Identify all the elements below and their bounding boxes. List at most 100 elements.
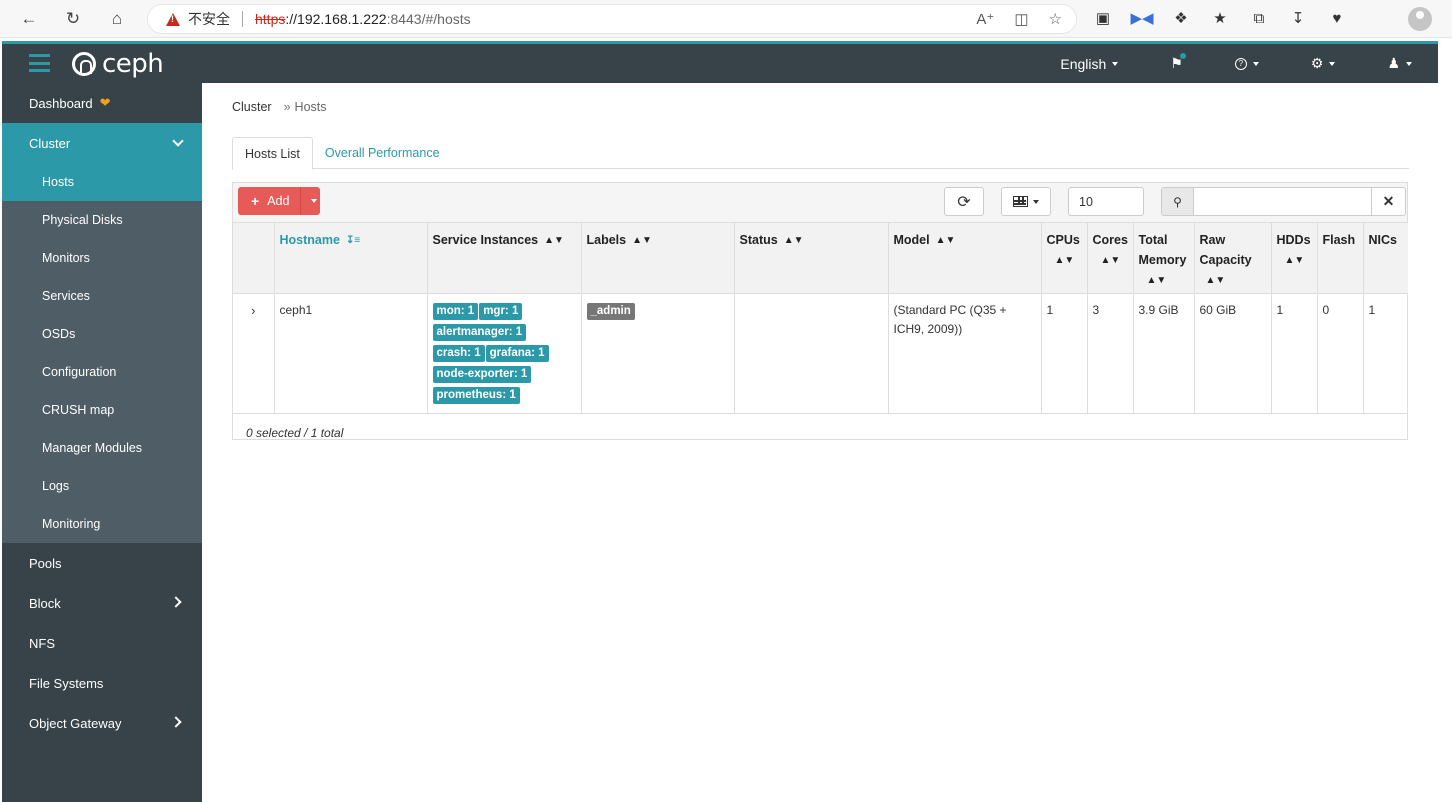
sidebar-item-file-systems[interactable]: File Systems	[2, 663, 202, 703]
menu-toggle-icon[interactable]	[29, 54, 50, 72]
column-header-labels[interactable]: Labels ▲▼	[581, 223, 735, 294]
sidebar-item-dashboard[interactable]: Dashboard ❤	[2, 83, 202, 123]
add-button-label: Add	[267, 194, 290, 208]
add-button[interactable]: + Add	[238, 187, 320, 215]
sidebar: Dashboard ❤ Cluster Hosts Physical Disks…	[2, 83, 202, 802]
help-dropdown[interactable]: ?	[1209, 57, 1285, 70]
column-header-hostname[interactable]: Hostname ↧≡	[274, 223, 428, 294]
profile-avatar[interactable]	[1408, 7, 1432, 31]
sort-icon: ▲▼	[1284, 254, 1305, 266]
sidebar-item-label: Object Gateway	[29, 715, 122, 731]
help-icon: ?	[1234, 57, 1247, 70]
search-input[interactable]	[1194, 188, 1372, 215]
add-dropdown-toggle[interactable]	[300, 187, 320, 215]
column-header-hdds[interactable]: HDDs ▲▼	[1271, 223, 1318, 294]
column-header-service-instances[interactable]: Service Instances ▲▼	[427, 223, 582, 294]
sort-icon: ▲▼	[1100, 254, 1121, 266]
header-label: Model	[893, 233, 930, 247]
settings-dropdown[interactable]: ⚙	[1285, 55, 1362, 72]
favorite-star-icon[interactable]: ☆	[1049, 10, 1062, 28]
translate-icon[interactable]: ▶◀	[1130, 6, 1153, 30]
sidebar-item-nfs[interactable]: NFS	[2, 623, 202, 663]
puzzle-icon[interactable]: ❖	[1170, 6, 1192, 30]
language-dropdown[interactable]: English	[1034, 56, 1144, 72]
sidebar-item-monitoring[interactable]: Monitoring	[2, 505, 202, 543]
plus-icon: +	[251, 193, 260, 209]
notifications-button[interactable]: ⚑	[1144, 53, 1209, 72]
download-icon[interactable]: ↧	[1287, 6, 1309, 30]
table-header-row: Hostname ↧≡ Service Instances ▲▼ Labels ▲▼ …	[233, 223, 1408, 294]
header-label: Flash	[1322, 233, 1356, 247]
column-header-total-memory[interactable]: Total Memory ▲▼	[1133, 223, 1195, 294]
home-icon[interactable]: ⌂	[102, 4, 132, 34]
sidebar-item-monitors[interactable]: Monitors	[2, 239, 202, 277]
row-expand-toggle[interactable]: ›	[233, 293, 275, 414]
sidebar-item-label: NFS	[29, 635, 55, 651]
favorites-icon[interactable]: ★	[1209, 6, 1231, 30]
service-badge: mon: 1	[432, 302, 479, 320]
address-bar[interactable]: 不安全 https ://192.168.1.222 :8443/#/hosts…	[147, 4, 1077, 34]
table-columns-icon	[1013, 196, 1028, 207]
sort-icon: ▲▼	[544, 234, 564, 246]
sidebar-item-osds[interactable]: OSDs	[2, 315, 202, 353]
sidebar-item-label: Dashboard	[29, 95, 93, 111]
sidebar-item-logs[interactable]: Logs	[2, 467, 202, 505]
tab-overall-performance[interactable]: Overall Performance	[313, 137, 452, 169]
sidebar-item-block[interactable]: Block	[2, 583, 202, 623]
page-size-input[interactable]: 10	[1068, 187, 1144, 216]
header-label: Status	[739, 233, 778, 247]
column-header-nics[interactable]: NICs	[1363, 223, 1408, 294]
sidebar-item-manager-modules[interactable]: Manager Modules	[2, 429, 202, 467]
back-icon[interactable]: ←	[14, 4, 44, 34]
breadcrumb-separator: »	[283, 100, 291, 114]
reload-icon[interactable]: ↻	[58, 4, 88, 34]
cell-raw-capacity: 60 GiB	[1194, 293, 1272, 414]
health-icon[interactable]: ♥	[1326, 6, 1348, 30]
header-label: CPUs	[1046, 233, 1080, 247]
url-scheme: https	[255, 11, 286, 27]
clear-search-button[interactable]: ✕	[1371, 188, 1405, 215]
scrollbar[interactable]	[1438, 38, 1452, 802]
sidebar-item-hosts[interactable]: Hosts	[2, 163, 202, 201]
caret-down-icon	[1252, 61, 1259, 66]
header-label: Service Instances	[432, 233, 539, 247]
logo-text: ceph	[102, 49, 164, 79]
column-header-cpus[interactable]: CPUs ▲▼	[1041, 223, 1088, 294]
caret-down-icon	[1329, 61, 1336, 66]
sidebar-item-services[interactable]: Services	[2, 277, 202, 315]
header-label: Raw Capacity	[1199, 233, 1252, 267]
column-header-flash[interactable]: Flash	[1317, 223, 1364, 294]
read-aloud-icon[interactable]: A⁺	[976, 10, 994, 28]
extension-icon[interactable]: ▣	[1092, 6, 1114, 30]
service-badge: prometheus: 1	[432, 386, 520, 404]
sort-icon: ▲▼	[783, 234, 804, 246]
breadcrumb-cluster[interactable]: Cluster	[232, 100, 272, 114]
service-badge: node-exporter: 1	[432, 365, 532, 383]
user-dropdown[interactable]: ♟	[1361, 55, 1438, 72]
sidebar-item-crush-map[interactable]: CRUSH map	[2, 391, 202, 429]
column-header-model[interactable]: Model ▲▼	[888, 223, 1042, 294]
ceph-logo[interactable]: ceph	[72, 49, 164, 79]
reader-view-icon[interactable]: ◫	[1014, 10, 1028, 28]
tab-hosts-list[interactable]: Hosts List	[232, 137, 313, 170]
table-toolbar: + Add ⟳ 10 ⚲ ✕	[233, 183, 1407, 223]
column-header-cores[interactable]: Cores ▲▼	[1087, 223, 1134, 294]
table-row[interactable]: › ceph1 mon: 1 mgr: 1 alertmanager: 1 cra…	[233, 293, 1408, 414]
url-path: :8443/#/hosts	[386, 11, 471, 27]
cell-status	[734, 293, 889, 414]
sidebar-item-configuration[interactable]: Configuration	[2, 353, 202, 391]
page-size-value: 10	[1079, 194, 1093, 209]
sidebar-item-physical-disks[interactable]: Physical Disks	[2, 201, 202, 239]
collections-icon[interactable]: ⧉	[1248, 6, 1270, 30]
chevron-right-icon	[170, 596, 182, 608]
sidebar-item-cluster[interactable]: Cluster	[2, 123, 202, 163]
sidebar-item-object-gateway[interactable]: Object Gateway	[2, 703, 202, 743]
bell-icon: ⚑	[1170, 53, 1186, 72]
refresh-button[interactable]: ⟳	[944, 187, 984, 216]
cell-cpus: 1	[1041, 293, 1088, 414]
sidebar-item-pools[interactable]: Pools	[2, 543, 202, 583]
column-header-raw-capacity[interactable]: Raw Capacity ▲▼	[1194, 223, 1272, 294]
cell-flash: 0	[1317, 293, 1364, 414]
column-header-status[interactable]: Status ▲▼	[734, 223, 889, 294]
column-toggle-button[interactable]	[1001, 187, 1051, 216]
